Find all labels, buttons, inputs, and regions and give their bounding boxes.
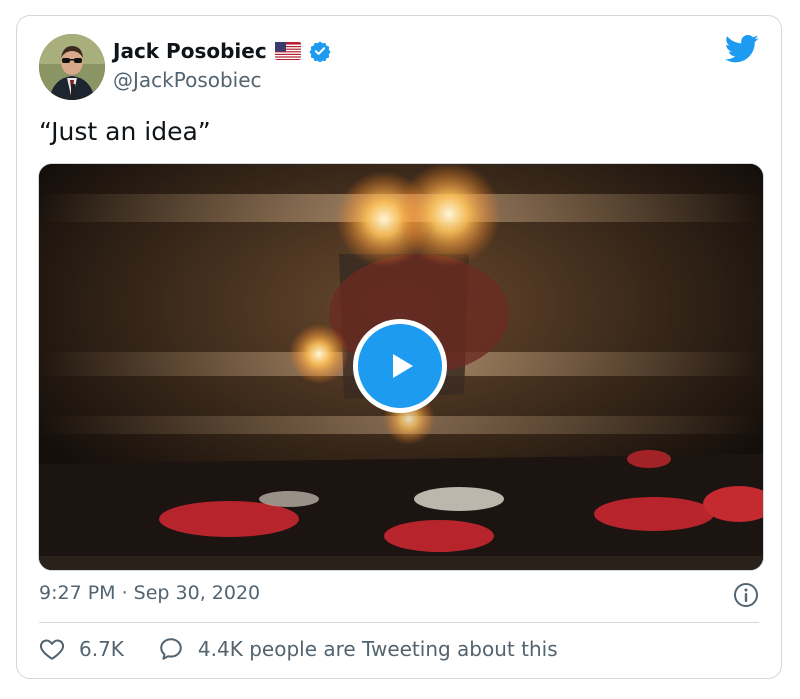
display-name[interactable]: Jack Posobiec [113, 38, 267, 64]
heart-icon [39, 639, 65, 660]
author-name-row: Jack Posobiec [113, 38, 331, 64]
info-icon[interactable] [733, 582, 759, 608]
author-handle[interactable]: @JackPosobiec [113, 68, 262, 92]
verified-badge-icon [309, 40, 331, 63]
video-player[interactable] [38, 163, 764, 571]
tweeting-about-link[interactable]: 4.4K people are Tweeting about this [158, 636, 558, 662]
speech-bubble-icon [160, 638, 182, 660]
tweet-timestamp[interactable]: 9:27 PM · Sep 30, 2020 [39, 582, 260, 604]
tweet-card: Jack Posobiec @JackPosobiec “Just an ide… [16, 15, 782, 679]
like-button[interactable]: 6.7K [39, 636, 124, 662]
play-button[interactable] [353, 319, 447, 413]
tweet-text: “Just an idea” [39, 117, 211, 146]
avatar[interactable] [39, 34, 105, 100]
avatar-image [39, 34, 105, 100]
us-flag-icon [274, 42, 301, 60]
tweeting-about-text: 4.4K people are Tweeting about this [197, 637, 558, 661]
tweet-actions: 6.7K 4.4K people are Tweeting about this [39, 636, 558, 662]
like-count: 6.7K [79, 637, 124, 661]
play-icon [393, 354, 413, 378]
twitter-bird-icon[interactable] [724, 34, 759, 64]
divider [39, 622, 759, 623]
